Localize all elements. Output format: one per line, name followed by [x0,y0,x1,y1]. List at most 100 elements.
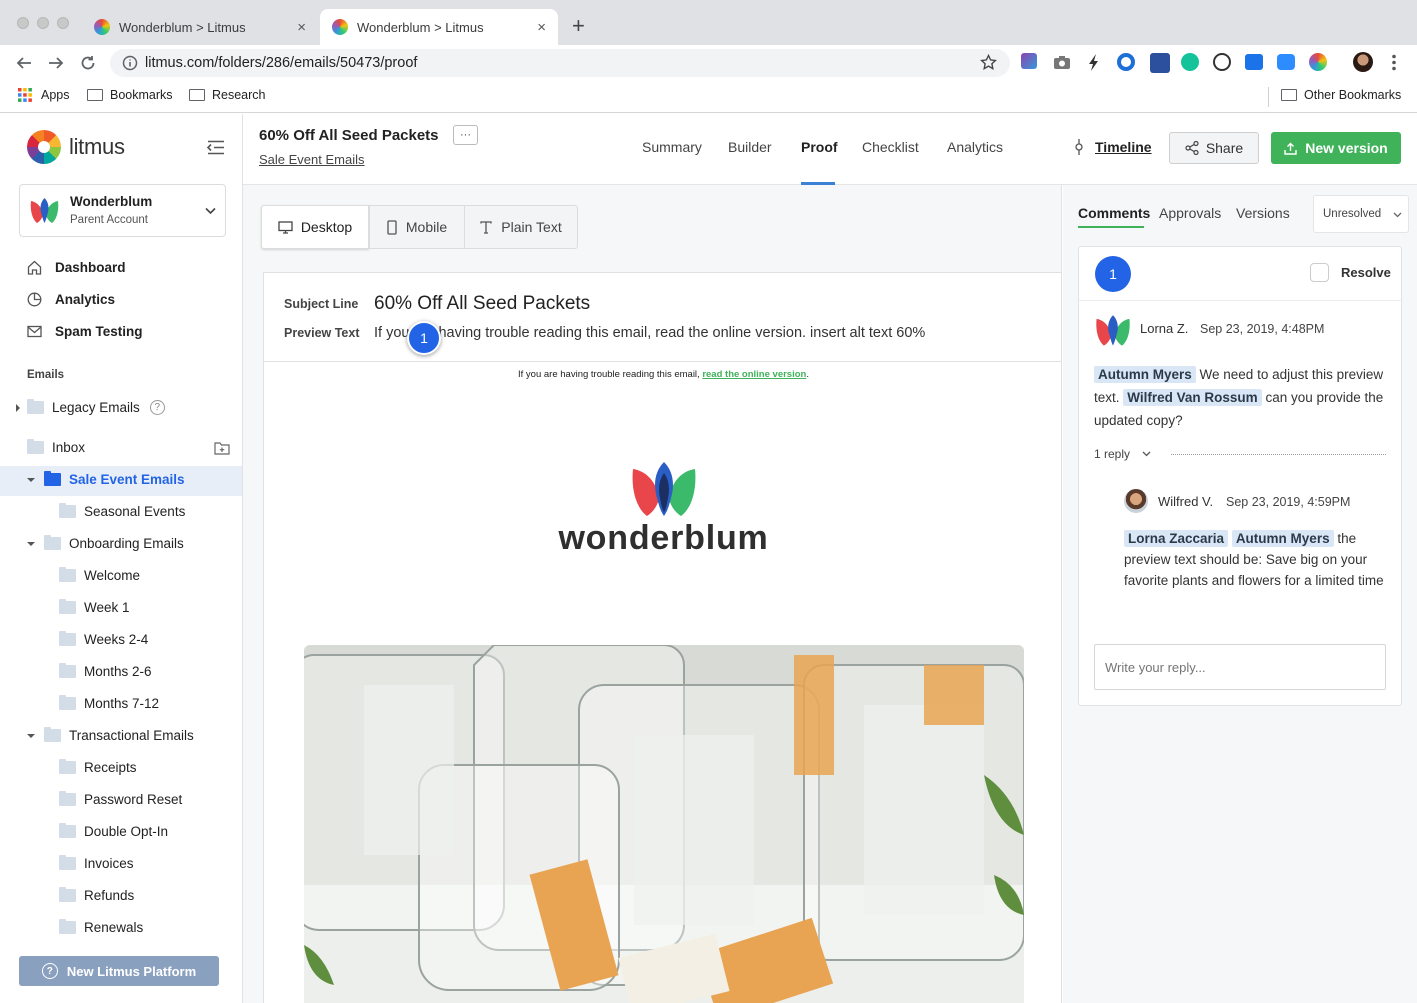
zoom-extension-icon[interactable] [1277,54,1295,70]
mention-autumn-myers[interactable]: Autumn Myers [1094,366,1196,383]
proof-area: Desktop Mobile Plain Text Subject Line 6… [243,185,1062,1003]
tab-checklist[interactable]: Checklist [862,139,919,155]
folder-item[interactable]: Week 1 [59,599,130,615]
online-version-link[interactable]: read the online version [702,369,806,380]
collapse-sidebar-icon[interactable] [206,140,225,155]
infinity-extension-icon[interactable] [1245,54,1263,70]
view-plain-text-button[interactable]: Plain Text [464,205,578,249]
feather-extension-icon[interactable] [1021,53,1037,69]
folder-label: Double Opt-In [84,824,169,839]
reload-icon[interactable] [80,55,96,71]
browser-tab-2-active[interactable]: Wonderblum > Litmus × [320,9,558,45]
folder-legacy-emails[interactable]: Legacy Emails ? [16,399,165,415]
folder-item[interactable]: Weeks 2-4 [59,631,149,647]
bookmark-other[interactable]: Other Bookmarks [1281,88,1401,102]
new-tab-button[interactable]: + [572,14,585,38]
tab-close-icon[interactable]: × [297,19,306,36]
new-litmus-platform-button[interactable]: ? New Litmus Platform [19,956,219,986]
seed-jars-photo [304,645,1024,1003]
tab-builder[interactable]: Builder [728,139,772,155]
folder-item[interactable]: Welcome [59,567,140,583]
nav-dashboard[interactable]: Dashboard [27,260,126,275]
nav-analytics[interactable]: Analytics [27,292,115,307]
reply-input[interactable] [1094,644,1386,690]
tab-approvals[interactable]: Approvals [1159,205,1221,221]
folder-label: Months 2-6 [84,664,152,679]
tab-proof[interactable]: Proof [801,139,838,155]
thread-number-badge[interactable]: 1 [1095,256,1131,292]
folder-item[interactable]: Onboarding Emails [27,535,184,551]
folder-item[interactable]: Renewals [59,919,143,935]
caret-down-icon[interactable] [27,733,35,738]
back-arrow-icon[interactable] [16,55,32,71]
replies-toggle[interactable]: 1 reply [1094,447,1151,461]
account-switcher[interactable]: Wonderblum Parent Account [19,184,226,237]
tab-versions[interactable]: Versions [1236,205,1290,221]
tab-close-icon[interactable]: × [537,19,546,36]
bookmark-research[interactable]: Research [189,88,266,102]
forward-arrow-icon[interactable] [48,55,64,71]
reply-timestamp: Sep 23, 2019, 4:59PM [1226,495,1351,509]
add-folder-icon[interactable] [214,441,230,455]
caret-down-icon[interactable] [27,477,35,482]
folder-label: Weeks 2-4 [84,632,149,647]
lightning-extension-icon[interactable] [1088,54,1100,71]
nav-spam-testing[interactable]: Spam Testing [27,324,143,339]
browser-tab-1[interactable]: Wonderblum > Litmus × [82,9,318,45]
folder-item[interactable]: Months 2-6 [59,663,152,679]
folder-item[interactable]: Months 7-12 [59,695,159,711]
address-bar[interactable]: litmus.com/folders/286/emails/50473/proo… [110,49,1010,77]
tab-summary[interactable]: Summary [642,139,702,155]
window-close-button[interactable] [17,17,29,29]
browser-toolbar: litmus.com/folders/286/emails/50473/proo… [0,45,1417,81]
folder-inbox[interactable]: Inbox [27,439,85,455]
account-subtitle: Parent Account [70,214,148,226]
new-version-button[interactable]: New version [1271,132,1401,164]
brand-wordmark: wonderblum [558,519,769,557]
view-mobile-button[interactable]: Mobile [369,205,465,249]
folder-item[interactable]: Sale Event Emails [27,471,185,487]
litmus-logo[interactable]: litmus [27,130,125,164]
folder-item[interactable]: Seasonal Events [59,503,185,519]
folder-breadcrumb-link[interactable]: Sale Event Emails [259,152,365,167]
window-minimize-button[interactable] [37,17,49,29]
window-zoom-button[interactable] [57,17,69,29]
help-circle-icon[interactable]: ? [149,400,165,415]
folder-item[interactable]: Receipts [59,759,137,775]
info-extension-icon[interactable] [1213,53,1231,71]
comment-pin-marker[interactable]: 1 [407,321,441,355]
folder-item[interactable]: Transactional Emails [27,727,194,743]
circle-extension-icon[interactable] [1117,53,1135,71]
camera-extension-icon[interactable] [1053,55,1071,70]
bookmark-star-icon[interactable] [980,54,997,71]
view-desktop-button[interactable]: Desktop [261,205,369,249]
timeline-link[interactable]: Timeline [1074,139,1152,155]
text-icon [480,220,492,234]
mention-wilfred-van-rossum[interactable]: Wilfred Van Rossum [1123,389,1262,406]
bookmark-apps[interactable]: Apps [18,88,70,102]
url-text: litmus.com/folders/286/emails/50473/proo… [145,55,418,71]
folder-item[interactable]: Invoices [59,855,134,871]
info-icon[interactable] [122,55,138,71]
profile-avatar[interactable] [1353,52,1373,72]
mention-autumn-myers[interactable]: Autumn Myers [1231,530,1334,547]
kebab-menu-icon[interactable] [1392,54,1396,71]
comments-panel: Comments Approvals Versions Unresolved 1… [1063,185,1417,1003]
tab-analytics[interactable]: Analytics [947,139,1003,155]
resolve-label[interactable]: Resolve [1341,265,1391,280]
grammarly-extension-icon[interactable] [1181,53,1199,71]
folder-item[interactable]: Double Opt-In [59,823,169,839]
resolve-checkbox[interactable] [1310,263,1329,282]
more-options-button[interactable]: ··· [453,125,478,145]
mention-lorna-zaccaria[interactable]: Lorna Zaccaria [1124,530,1229,547]
tab-comments[interactable]: Comments [1078,205,1150,221]
comment-filter-select[interactable]: Unresolved [1313,195,1409,233]
share-button[interactable]: Share [1169,132,1259,164]
caret-down-icon[interactable] [27,541,35,546]
folder-item[interactable]: Refunds [59,887,134,903]
bookmark-bookmarks[interactable]: Bookmarks [87,88,173,102]
chevron-down-icon [1393,212,1402,218]
dropper-extension-icon[interactable] [1150,53,1170,73]
litmus-extension-icon[interactable] [1309,53,1327,71]
folder-item[interactable]: Password Reset [59,791,182,807]
